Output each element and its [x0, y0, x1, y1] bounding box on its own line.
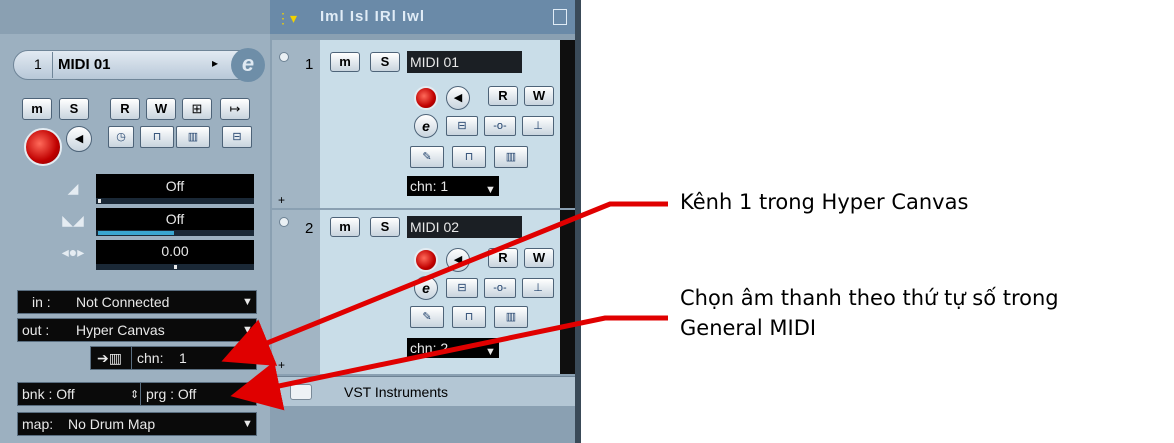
annotation-arrows — [221, 201, 668, 411]
program-annotation-arrow — [230, 315, 668, 411]
program-annotation-line1: Chọn âm thanh theo thứ tự số trong — [680, 286, 1059, 310]
channel-annotation-arrow — [221, 201, 668, 366]
program-annotation-line2: General MIDI — [680, 316, 817, 340]
channel-annotation-label: Kênh 1 trong Hyper Canvas — [680, 190, 969, 214]
